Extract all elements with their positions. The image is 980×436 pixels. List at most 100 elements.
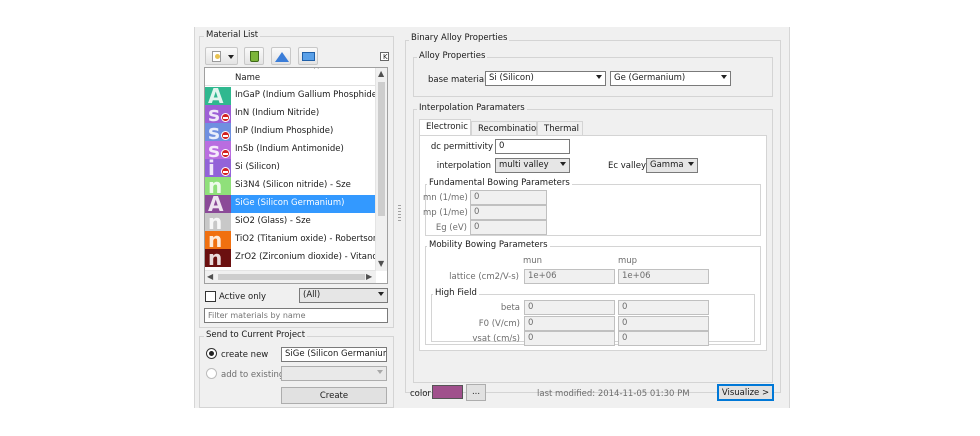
chevron-down-icon [721,75,727,79]
material-color-icon: n [205,231,231,249]
mp-value: 0 [474,207,480,217]
scroll-thumb[interactable] [378,82,385,216]
vsat-mup-input[interactable]: 0 [618,331,709,346]
list-item[interactable]: A InGaP (Indium Gallium Phosphide) [205,87,380,105]
material-color-icon: n [205,177,231,195]
create-new-name-input[interactable]: SiGe (Silicon Germanium) [281,347,387,362]
list-item[interactable]: s InP (Indium Phosphide) [205,123,376,141]
color-label: color [410,389,431,399]
chevron-down-icon [378,292,384,296]
vsat-mun-input[interactable]: 0 [524,331,615,346]
color-swatch[interactable] [432,385,463,399]
f0-mun-input[interactable]: 0 [524,316,615,331]
beta-mup-value: 0 [622,302,628,312]
create-button[interactable]: Create [281,387,387,404]
folder-export-icon [302,52,315,61]
lattice-mup-input[interactable]: 1e+06 [618,269,709,284]
list-item[interactable]: s InN (Indium Nitride) [205,105,376,123]
new-material-button[interactable] [205,47,238,65]
horizontal-scrollbar[interactable]: ◀ ▶ [205,270,376,283]
material-glyph: i [208,159,215,177]
dc-permittivity-input[interactable]: 0 [495,139,570,154]
list-item[interactable]: n Si3N4 (Silicon nitride) - Sze [205,177,376,195]
material-color-icon: i [205,159,231,177]
color-picker-button[interactable]: ... [466,384,486,401]
no-entry-icon [221,131,230,140]
binary-alloy-title: Binary Alloy Properties [409,33,510,43]
material-name: SiO2 (Glass) - Sze [235,216,311,226]
material-color-icon: s [205,123,231,141]
beta-label: beta [500,303,520,313]
material-color-icon: n [205,249,231,267]
interpolation-select[interactable]: multi valley [495,158,570,173]
plot-material-button[interactable] [271,47,291,65]
h-scroll-thumb[interactable] [218,274,365,280]
chevron-down-icon [560,162,566,166]
material-glyph: n [208,213,223,231]
add-to-existing-radio[interactable] [206,368,217,379]
last-modified-text: last modified: 2014-11-05 01:30 PM [537,389,690,399]
material-name: InSb (Indium Antimonide) [235,144,344,154]
f0-mun-value: 0 [528,318,534,328]
f0-label: F0 (V/cm) [478,319,520,329]
scroll-down-icon[interactable]: ▼ [378,259,384,268]
create-new-radio[interactable] [206,348,217,359]
chevron-down-icon [228,55,234,59]
f0-mup-input[interactable]: 0 [618,316,709,331]
eg-input[interactable]: 0 [470,220,547,235]
material-color-icon: A [205,195,231,213]
mp-input[interactable]: 0 [470,205,547,220]
chevron-down-icon [688,162,694,166]
active-only-label: Active only [219,292,266,302]
material-color-icon: A [205,87,231,105]
interpolation-label: interpolation [436,161,491,171]
scroll-right-icon[interactable]: ▶ [366,272,372,281]
existing-material-select[interactable] [281,366,387,381]
list-item[interactable]: n SiO2 (Glass) - Sze [205,213,376,231]
tab-electronic[interactable]: Electronic [419,119,471,136]
list-item[interactable]: A SiGe (Silicon Germanium) [205,195,376,213]
base-material-2-select[interactable]: Ge (Germanium) [610,71,731,86]
ec-valley-value: Gamma [650,160,684,170]
list-item[interactable]: s InSb (Indium Antimonide) [205,141,376,159]
vertical-scrollbar[interactable]: ▲ ▼ [375,68,387,271]
export-material-button[interactable] [298,47,318,65]
material-name: Si (Silicon) [235,162,280,172]
lattice-mun-value: 1e+06 [528,271,557,281]
filter-search-input[interactable] [204,308,388,323]
fundamental-bowing-title: Fundamental Bowing Parameters [427,178,572,188]
lattice-mup-value: 1e+06 [622,271,651,281]
scroll-up-icon[interactable]: ▲ [378,69,384,78]
panel-splitter-handle[interactable] [398,205,401,223]
material-name: InP (Indium Phosphide) [235,126,334,136]
tab-recombination[interactable]: Recombination [471,121,542,136]
list-header[interactable]: ^ Name [205,68,376,86]
filter-select-value: (All) [303,290,321,300]
filter-select[interactable]: (All) [299,288,388,303]
scroll-left-icon[interactable]: ◀ [207,272,213,281]
mobility-bowing-title: Mobility Bowing Parameters [427,240,550,250]
visualize-button[interactable]: Visualize > [717,384,774,401]
list-item[interactable]: n ZrO2 (Zirconium dioxide) - Vitanov [205,249,383,267]
ec-valley-select[interactable]: Gamma [646,158,698,173]
f0-mup-value: 0 [622,318,628,328]
add-to-existing-label: add to existing [221,370,285,380]
tab-thermal[interactable]: Thermal [537,121,583,136]
base-material-1-select[interactable]: Si (Silicon) [485,71,606,86]
no-entry-icon [221,149,230,158]
mun-column-header: mun [523,256,543,266]
mp-label: mp (1/me) [423,208,468,218]
mn-input[interactable]: 0 [470,190,547,205]
material-list[interactable]: ^ Name A InGaP (Indium Gallium Phosphide)… [204,67,388,284]
lattice-mun-input[interactable]: 1e+06 [524,269,615,284]
list-item[interactable]: i Si (Silicon) [205,159,376,177]
active-only-checkbox[interactable] [205,291,216,302]
beta-mun-input[interactable]: 0 [524,300,615,315]
material-glyph: s [208,141,220,159]
collapse-panel-button[interactable]: K [380,52,389,61]
delete-material-button[interactable] [244,47,264,65]
no-entry-icon [221,167,230,176]
list-item[interactable]: n TiO2 (Titanium oxide) - Robertson [205,231,378,249]
beta-mup-input[interactable]: 0 [618,300,709,315]
mountain-chart-icon [275,52,289,62]
